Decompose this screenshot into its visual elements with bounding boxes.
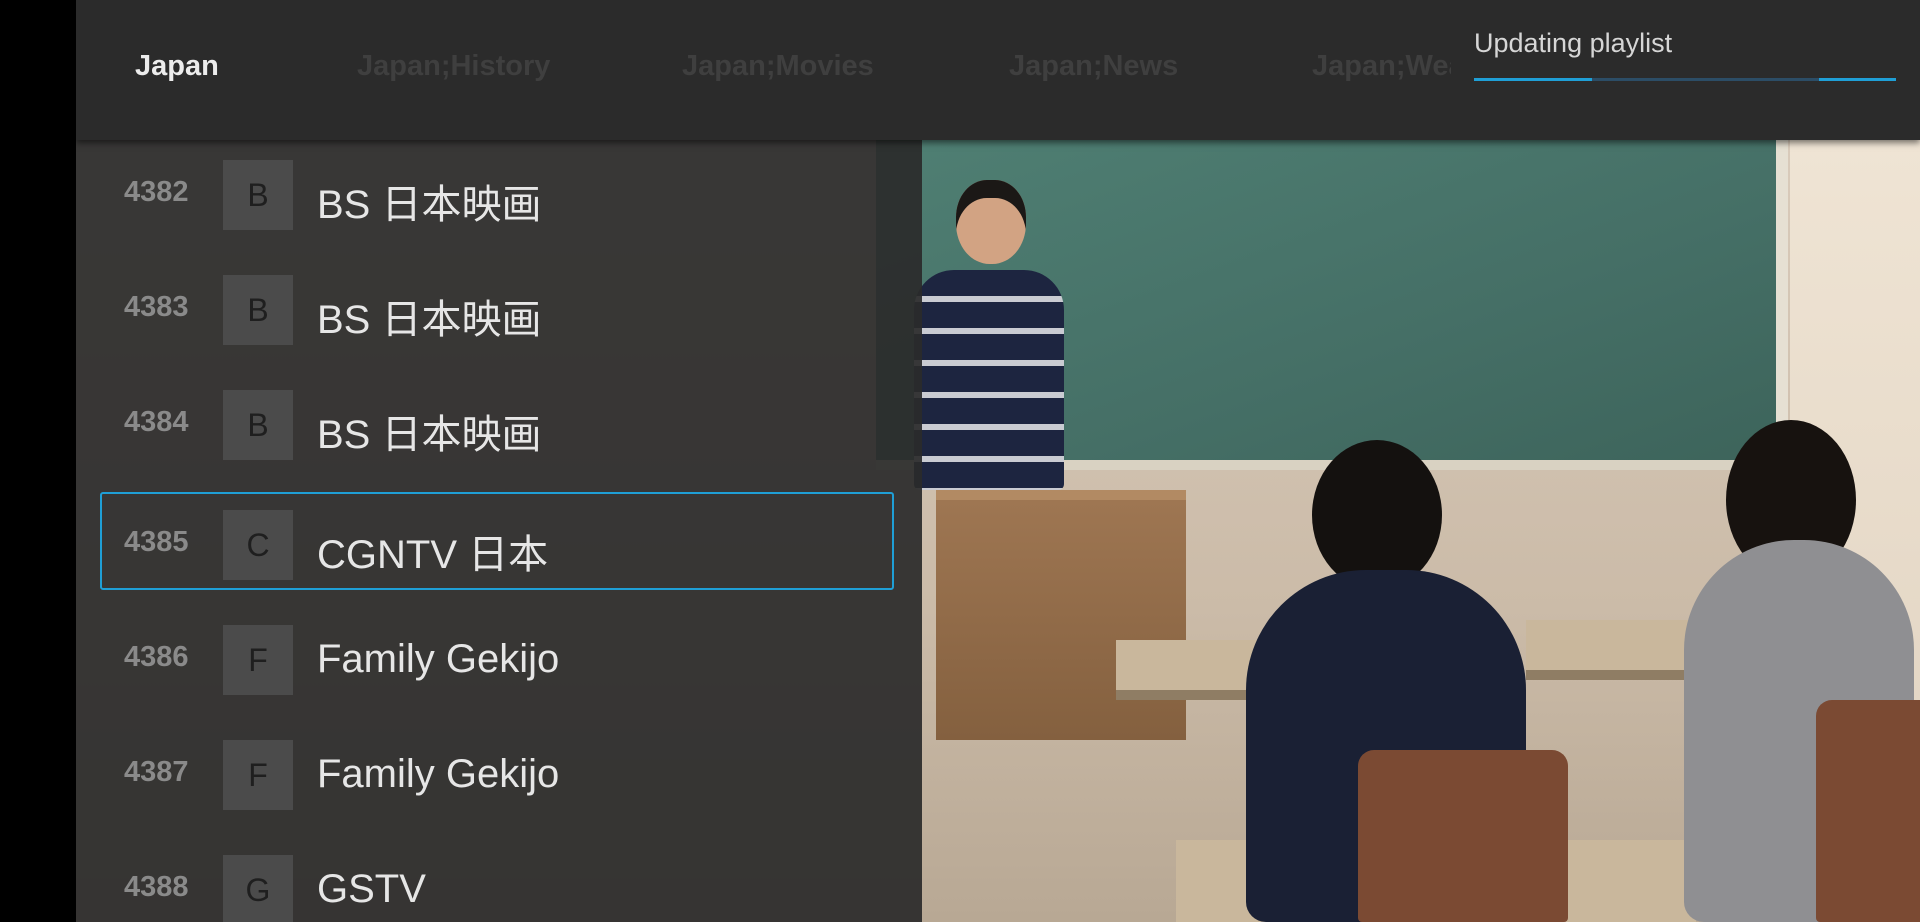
channel-row[interactable]: 4387 F Family Gekijo [76, 720, 922, 824]
progress-indicator [1474, 78, 1592, 81]
channel-logo-placeholder: B [223, 160, 293, 230]
channel-row[interactable]: 4382 B BS 日本映画 [76, 140, 922, 244]
channel-row[interactable]: 4386 F Family Gekijo [76, 605, 922, 709]
playlist-progress-bar [1474, 78, 1896, 81]
channel-name: Family Gekijo [317, 752, 560, 796]
channel-name: BS 日本映画 [317, 298, 542, 342]
channel-name: Family Gekijo [317, 637, 560, 681]
channel-number: 4382 [124, 176, 189, 208]
channel-number: 4388 [124, 871, 189, 903]
channel-name: BS 日本映画 [317, 413, 542, 457]
channel-name: BS 日本映画 [317, 183, 542, 227]
left-border [0, 0, 76, 922]
progress-indicator [1819, 78, 1896, 81]
group-tab-bar: Japan Japan;History Japan;Movies Japan;N… [76, 0, 1920, 140]
channel-name: CGNTV 日本 [317, 533, 549, 577]
channel-number: 4384 [124, 406, 189, 438]
tab-japan-weather[interactable]: Japan;Wea [1312, 50, 1451, 83]
tab-japan-news[interactable]: Japan;News [1009, 50, 1178, 83]
channel-number: 4383 [124, 291, 189, 323]
channel-logo-placeholder: F [223, 740, 293, 810]
playlist-update-status: Updating playlist [1474, 28, 1896, 88]
channel-row-selected[interactable]: 4385 C CGNTV 日本 [76, 490, 922, 594]
channel-number: 4386 [124, 641, 189, 673]
channel-logo-placeholder: F [223, 625, 293, 695]
status-text: Updating playlist [1474, 28, 1673, 58]
channel-list: 4382 B BS 日本映画 4383 B BS 日本映画 4384 B BS … [76, 140, 922, 922]
channel-logo-placeholder: B [223, 390, 293, 460]
iptv-app: Japan Japan;History Japan;Movies Japan;N… [76, 0, 1920, 922]
channel-name: GSTV [317, 867, 426, 911]
video-scene-teacher-body [914, 270, 1064, 490]
channel-row[interactable]: 4383 B BS 日本映画 [76, 255, 922, 359]
group-tabs: Japan Japan;History Japan;Movies Japan;N… [76, 0, 1451, 140]
video-scene-teacher-head [956, 180, 1026, 264]
channel-number: 4387 [124, 756, 189, 788]
channel-logo-placeholder: B [223, 275, 293, 345]
tab-japan[interactable]: Japan [135, 50, 219, 83]
channel-number: 4385 [124, 526, 189, 558]
video-scene-chair [1358, 750, 1568, 922]
channel-row[interactable]: 4388 G GSTV [76, 835, 922, 922]
tab-japan-history[interactable]: Japan;History [357, 50, 550, 83]
video-scene-student-head [1312, 440, 1442, 590]
tv-screen: Japan Japan;History Japan;Movies Japan;N… [0, 0, 1920, 922]
channel-row[interactable]: 4384 B BS 日本映画 [76, 370, 922, 474]
tab-japan-movies[interactable]: Japan;Movies [682, 50, 874, 83]
video-scene-podium [936, 490, 1186, 740]
video-scene-chair [1816, 700, 1920, 922]
channel-logo-placeholder: G [223, 855, 293, 922]
channel-logo-placeholder: C [223, 510, 293, 580]
